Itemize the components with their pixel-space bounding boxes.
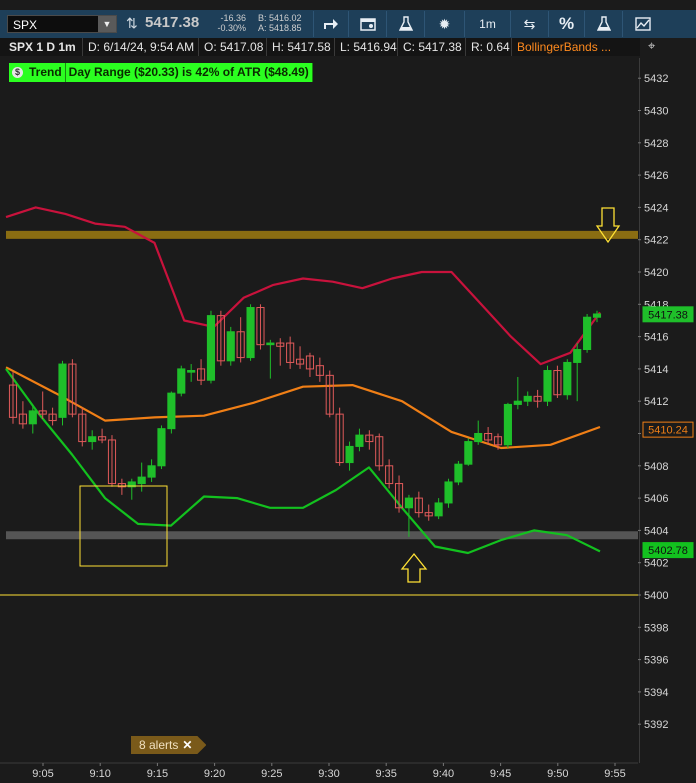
y-tick-label: 5412 bbox=[644, 396, 668, 408]
price-labels: 5417.38 5410.24 5402.78 bbox=[642, 306, 694, 559]
trend-text: Day Range ($20.33) is 42% of ATR ($48.49… bbox=[66, 63, 313, 82]
candle-body bbox=[266, 342, 275, 346]
candle-body bbox=[454, 463, 463, 483]
x-tick-label: 9:20 bbox=[204, 768, 225, 780]
candle-body bbox=[583, 316, 592, 351]
x-tick-label: 9:30 bbox=[318, 768, 339, 780]
y-tick-label: 5396 bbox=[644, 655, 668, 667]
y-tick-label: 5424 bbox=[644, 202, 668, 214]
x-tick-label: 9:05 bbox=[32, 768, 53, 780]
candle-body bbox=[434, 502, 443, 517]
y-tick-label: 5422 bbox=[644, 235, 668, 247]
y-tick-label: 5428 bbox=[644, 138, 668, 150]
y-tick-label: 5398 bbox=[644, 622, 668, 634]
x-tick-label: 9:55 bbox=[604, 768, 625, 780]
y-tick-label: 5392 bbox=[644, 719, 668, 731]
y-tick-label: 5400 bbox=[644, 590, 668, 602]
candle-body bbox=[226, 331, 235, 362]
candle-body bbox=[543, 370, 552, 402]
y-tick-label: 5416 bbox=[644, 332, 668, 344]
x-tick-label: 9:45 bbox=[490, 768, 511, 780]
price-label-text: 5410.24 bbox=[648, 425, 688, 437]
candle-body bbox=[177, 368, 186, 394]
horizontal-lines bbox=[0, 230, 638, 596]
candle-body bbox=[137, 476, 146, 485]
y-axis: 5392539453965398540054025404540654085410… bbox=[638, 73, 668, 731]
y-tick-label: 5402 bbox=[644, 558, 668, 570]
y-tick-label: 5432 bbox=[644, 73, 668, 85]
price-label-text: 5402.78 bbox=[648, 545, 688, 557]
info-icon[interactable]: $ bbox=[12, 67, 23, 79]
candle-body bbox=[474, 433, 483, 443]
resistance-line bbox=[6, 230, 638, 239]
alerts-label: 8 alerts bbox=[139, 738, 179, 752]
candle-body bbox=[58, 363, 67, 418]
y-tick-label: 5406 bbox=[644, 493, 668, 505]
x-tick-label: 9:10 bbox=[89, 768, 110, 780]
close-icon[interactable]: ✕ bbox=[182, 738, 192, 752]
alerts-badge[interactable]: 8 alerts ✕ bbox=[131, 736, 207, 754]
candle-body bbox=[513, 400, 522, 405]
candle-body bbox=[246, 307, 255, 359]
candles bbox=[8, 304, 602, 537]
trend-name: Trend bbox=[26, 63, 66, 82]
candle-body bbox=[404, 497, 413, 509]
candle-body bbox=[147, 465, 156, 478]
y-tick-label: 5430 bbox=[644, 106, 668, 118]
candle-body bbox=[28, 410, 37, 425]
candle-body bbox=[206, 315, 216, 381]
y-tick-label: 5414 bbox=[644, 364, 668, 376]
lower-band bbox=[5, 368, 601, 555]
candle-body bbox=[592, 313, 602, 318]
candle-body bbox=[157, 428, 166, 467]
candle-body bbox=[573, 349, 582, 363]
highlight-box bbox=[79, 485, 168, 567]
candle-body bbox=[345, 445, 354, 464]
candle-body bbox=[88, 436, 97, 443]
candle-body bbox=[444, 481, 453, 504]
y-tick-label: 5420 bbox=[644, 267, 668, 279]
arrow-up-icon bbox=[400, 552, 428, 583]
y-tick-label: 5426 bbox=[644, 170, 668, 182]
bollinger-bands bbox=[5, 206, 601, 555]
candle-body bbox=[523, 395, 532, 402]
candle-body bbox=[187, 370, 196, 373]
x-tick-label: 9:25 bbox=[261, 768, 282, 780]
x-tick-label: 9:15 bbox=[147, 768, 168, 780]
candle-body bbox=[563, 361, 572, 396]
price-chart[interactable]: 5392 5394 5396 5398 5400 5402 5404 5406 5408 5410… bbox=[0, 0, 696, 783]
x-tick-label: 9:50 bbox=[547, 768, 568, 780]
y-tick-label: 5404 bbox=[644, 525, 668, 537]
price-label-text: 5417.38 bbox=[648, 309, 688, 321]
candle-body bbox=[503, 403, 512, 446]
x-tick-label: 9:35 bbox=[375, 768, 396, 780]
candle-body bbox=[464, 441, 473, 465]
x-axis: 9:05 9:10 9:15 9:20 9:25 9:30 9:35 9:40 9:45 9:50… bbox=[0, 762, 638, 780]
candle-body bbox=[355, 434, 364, 447]
y-tick-label: 5408 bbox=[644, 461, 668, 473]
y-tick-label: 5394 bbox=[644, 687, 668, 699]
trend-label: $ Trend Day Range ($20.33) is 42% of ATR (… bbox=[9, 63, 313, 82]
candle-body bbox=[167, 392, 176, 430]
x-tick-label: 9:40 bbox=[433, 768, 454, 780]
